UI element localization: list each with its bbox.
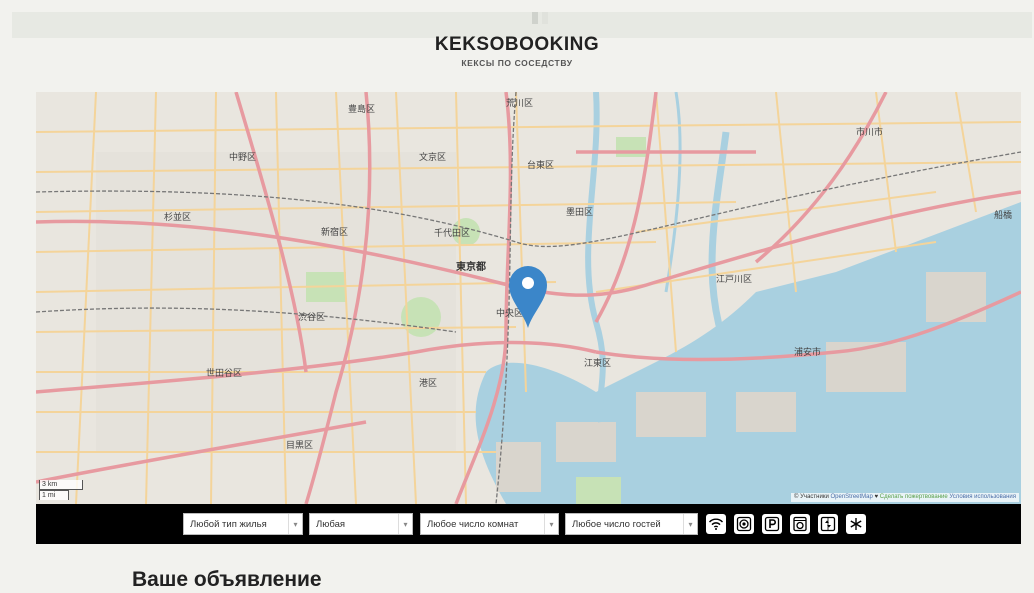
map-label-setagaya: 世田谷区 <box>206 366 242 379</box>
elevator-icon <box>820 516 836 532</box>
map-scale: 3 km 1 mi <box>39 480 83 500</box>
map-label-suginami: 杉並区 <box>164 210 191 223</box>
guests-value: Любое число гостей <box>572 519 661 530</box>
washer-icon <box>792 516 808 532</box>
map-label-nakano: 中野区 <box>229 150 256 163</box>
site-logo[interactable]: KEKSOBOOKING <box>0 34 1034 56</box>
terms-link[interactable]: Условия использования <box>949 494 1016 500</box>
map-label-minato: 港区 <box>419 376 437 389</box>
feature-elevator[interactable] <box>818 514 838 534</box>
chevron-down-icon: ▾ <box>544 514 558 534</box>
housing-type-select[interactable]: Любой тип жилья ▾ <box>183 513 303 535</box>
attribution-prefix: © Участники <box>794 494 829 500</box>
rooms-value: Любое число комнат <box>427 519 518 530</box>
map-label-koto: 江東区 <box>584 356 611 369</box>
housing-type-value: Любой тип жилья <box>190 519 267 530</box>
map[interactable]: 豊島区 荒川区 中野区 文京区 台東区 市川市 杉並区 墨田区 新宿区 千代田区… <box>36 92 1021 504</box>
scale-mi: 1 mi <box>39 490 69 500</box>
chevron-down-icon: ▾ <box>683 514 697 534</box>
scale-km: 3 km <box>39 480 83 490</box>
feature-conditioner[interactable] <box>846 514 866 534</box>
main-pin[interactable] <box>507 264 549 330</box>
map-label-toshima: 豊島区 <box>348 102 375 115</box>
chevron-down-icon: ▾ <box>398 514 412 534</box>
map-label-funabashi: 船橋 <box>994 208 1012 221</box>
heart-icon: ♥ <box>875 494 879 500</box>
map-label-ichikawa: 市川市 <box>856 125 883 138</box>
map-attribution: © Участники OpenStreetMap ♥ Сделать поже… <box>791 493 1019 502</box>
guests-select[interactable]: Любое число гостей ▾ <box>565 513 698 535</box>
feature-dishwasher[interactable] <box>734 514 754 534</box>
conditioner-icon <box>848 516 864 532</box>
osm-link[interactable]: OpenStreetMap <box>830 494 872 500</box>
wifi-icon <box>708 516 724 532</box>
parking-icon <box>764 516 780 532</box>
map-label-tokyo: 東京都 <box>456 258 486 273</box>
map-label-urayasu: 浦安市 <box>794 345 821 358</box>
chevron-down-icon: ▾ <box>288 514 302 534</box>
map-label-edogawa: 江戸川区 <box>716 272 752 285</box>
site-tagline: КЕКСЫ ПО СОСЕДСТВУ <box>0 58 1034 68</box>
price-select[interactable]: Любая ▾ <box>309 513 413 535</box>
map-label-chiyoda: 千代田区 <box>434 226 470 239</box>
price-value: Любая <box>316 519 345 530</box>
dishwasher-icon <box>736 516 752 532</box>
donate-link[interactable]: Сделать пожертвование <box>880 494 948 500</box>
map-label-sumida: 墨田区 <box>566 205 593 218</box>
site-header: KEKSOBOOKING КЕКСЫ ПО СОСЕДСТВУ <box>0 34 1034 68</box>
map-label-meguro: 目黒区 <box>286 438 313 451</box>
map-label-shibuya: 渋谷区 <box>298 310 325 323</box>
map-label-shinjuku: 新宿区 <box>321 225 348 238</box>
map-label-taito: 台東区 <box>527 158 554 171</box>
rooms-select[interactable]: Любое число комнат ▾ <box>420 513 559 535</box>
map-label-bunkyo: 文京区 <box>419 150 446 163</box>
feature-wifi[interactable] <box>706 514 726 534</box>
feature-washer[interactable] <box>790 514 810 534</box>
map-pin-icon <box>507 264 549 330</box>
map-label-arakawa: 荒川区 <box>506 96 533 109</box>
notice-title: Ваше объявление <box>132 568 322 592</box>
feature-parking[interactable] <box>762 514 782 534</box>
map-filters: Любой тип жилья ▾ Любая ▾ Любое число ко… <box>36 504 1021 544</box>
